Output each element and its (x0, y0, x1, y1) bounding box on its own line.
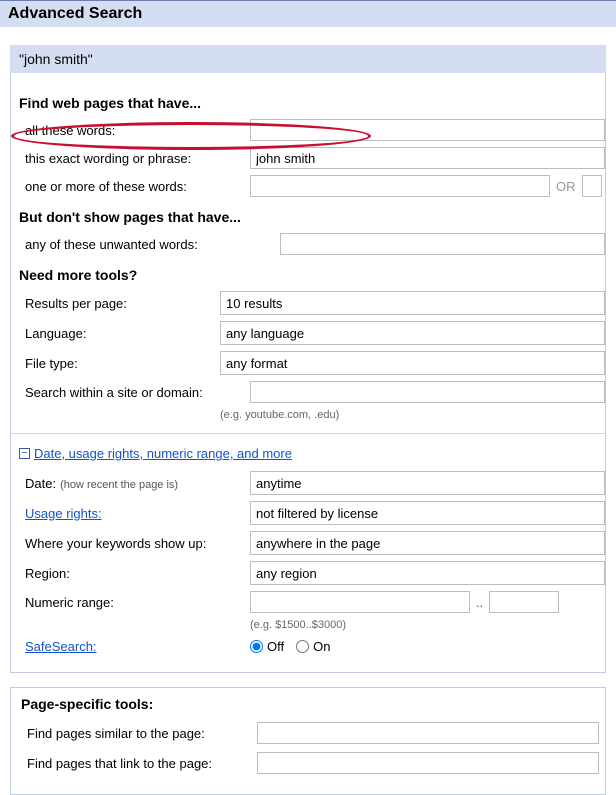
exact-phrase-label: this exact wording or phrase: (25, 151, 250, 166)
one-or-more-input-1[interactable] (250, 175, 550, 197)
main-panel: Find web pages that have... all these wo… (10, 73, 606, 673)
date-label-wrap: Date: (how recent the page is) (25, 476, 250, 491)
page-tools-heading: Page-specific tools: (21, 696, 599, 712)
results-label: Results per page: (25, 296, 220, 311)
site-input[interactable] (250, 381, 605, 403)
safesearch-off-radio[interactable] (250, 640, 263, 653)
safesearch-off-option[interactable]: Off (250, 639, 284, 654)
safesearch-on-label: On (313, 639, 330, 654)
filetype-label: File type: (25, 356, 220, 371)
similar-label: Find pages similar to the page: (27, 726, 257, 741)
exclude-heading: But don't show pages that have... (19, 209, 605, 225)
link-row: Find pages that link to the page: (17, 752, 599, 774)
find-heading: Find web pages that have... (19, 95, 605, 111)
safesearch-row: SafeSearch: Off On (11, 639, 605, 654)
region-row: Region: (11, 561, 605, 585)
query-display-text: "john smith" (19, 51, 93, 67)
unwanted-label: any of these unwanted words: (25, 237, 280, 252)
date-row: Date: (how recent the page is) (11, 471, 605, 495)
all-words-input[interactable] (250, 119, 605, 141)
divider-1 (11, 433, 605, 434)
date-label: Date: (25, 476, 56, 491)
usage-select[interactable] (250, 501, 605, 525)
safesearch-on-option[interactable]: On (296, 639, 330, 654)
results-select[interactable] (220, 291, 605, 315)
filetype-select[interactable] (220, 351, 605, 375)
safesearch-label-wrap: SafeSearch: (25, 639, 250, 654)
filetype-row: File type: (11, 351, 605, 375)
numeric-separator: .. (476, 595, 483, 610)
site-label: Search within a site or domain: (25, 385, 250, 400)
link-label: Find pages that link to the page: (27, 756, 257, 771)
unwanted-input[interactable] (280, 233, 605, 255)
expander-row[interactable]: − Date, usage rights, numeric range, and… (11, 446, 605, 461)
all-words-row: all these words: (11, 119, 605, 141)
numeric-hint: (e.g. $1500..$3000) (250, 619, 605, 631)
one-or-more-label: one or more of these words: (25, 179, 250, 194)
date-sublabel: (how recent the page is) (60, 479, 178, 491)
where-select[interactable] (250, 531, 605, 555)
one-or-more-input-2[interactable] (582, 175, 602, 197)
exact-phrase-row: this exact wording or phrase: (11, 147, 605, 169)
or-text-1: OR (556, 179, 576, 194)
where-row: Where your keywords show up: (11, 531, 605, 555)
region-label: Region: (25, 566, 250, 581)
site-hint: (e.g. youtube.com, .edu) (220, 409, 605, 421)
usage-rights-link[interactable]: Usage rights: (25, 506, 102, 521)
where-label: Where your keywords show up: (25, 536, 250, 551)
minus-icon: − (19, 448, 30, 459)
numeric-low-input[interactable] (250, 591, 470, 613)
all-words-label: all these words: (25, 123, 250, 138)
numeric-high-input[interactable] (489, 591, 559, 613)
language-select[interactable] (220, 321, 605, 345)
language-label: Language: (25, 326, 220, 341)
usage-row: Usage rights: (11, 501, 605, 525)
expander-link[interactable]: Date, usage rights, numeric range, and m… (34, 446, 292, 461)
link-input[interactable] (257, 752, 599, 774)
one-or-more-row: one or more of these words: OR (11, 175, 605, 197)
safesearch-on-radio[interactable] (296, 640, 309, 653)
safesearch-off-label: Off (267, 639, 284, 654)
numeric-label: Numeric range: (25, 595, 250, 610)
numeric-row: Numeric range: .. (11, 591, 605, 613)
tools-heading: Need more tools? (19, 267, 605, 283)
unwanted-row: any of these unwanted words: (11, 233, 605, 255)
usage-label-wrap: Usage rights: (25, 506, 250, 521)
region-select[interactable] (250, 561, 605, 585)
site-row: Search within a site or domain: (11, 381, 605, 403)
similar-input[interactable] (257, 722, 599, 744)
safesearch-link[interactable]: SafeSearch: (25, 639, 97, 654)
query-display-bar: "john smith" (10, 45, 606, 73)
similar-row: Find pages similar to the page: (17, 722, 599, 744)
page-title-bar: Advanced Search (0, 0, 616, 27)
exact-phrase-input[interactable] (250, 147, 605, 169)
results-per-page-row: Results per page: (11, 291, 605, 315)
page-title: Advanced Search (8, 5, 142, 22)
date-select[interactable] (250, 471, 605, 495)
language-row: Language: (11, 321, 605, 345)
